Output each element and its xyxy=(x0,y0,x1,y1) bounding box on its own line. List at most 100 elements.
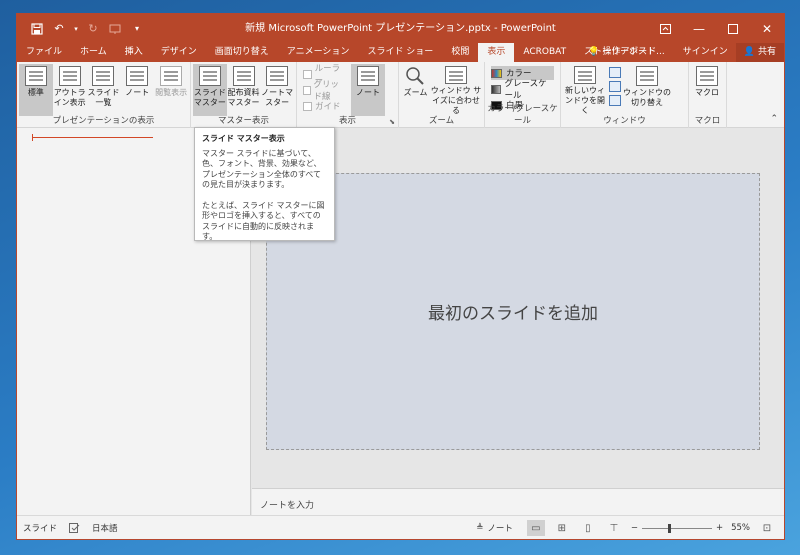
save-icon[interactable] xyxy=(29,21,45,37)
language-indicator[interactable]: 日本語 xyxy=(86,522,124,534)
tab-animations[interactable]: アニメーション xyxy=(278,43,359,62)
notes-master-button[interactable]: ノートマスター xyxy=(260,64,294,116)
tab-design[interactable]: デザイン xyxy=(152,43,206,62)
notes-pane[interactable]: ノートを入力 xyxy=(252,488,784,515)
share-label: 共有 xyxy=(757,47,776,57)
handout-master-label: 配布資料マスター xyxy=(227,88,260,107)
group-window: 新しいウィンドウを開く ウィンドウの切り替え ウィンドウ xyxy=(561,62,689,128)
macros-icon xyxy=(696,66,718,86)
new-window-button[interactable]: 新しいウィンドウを開く xyxy=(563,64,607,116)
tab-home[interactable]: ホーム xyxy=(71,43,116,62)
normal-view-status-icon[interactable]: ▭ xyxy=(526,520,545,536)
tab-insert[interactable]: 挿入 xyxy=(116,43,152,62)
spelling-check-icon[interactable] xyxy=(63,522,86,533)
lightbulb-icon: 💡 xyxy=(588,47,600,57)
person-icon: 👤 xyxy=(743,47,755,57)
switch-windows-label: ウィンドウの切り替え xyxy=(623,88,671,107)
notes-master-icon xyxy=(266,66,289,86)
share-button[interactable]: 👤 共有 xyxy=(735,43,784,62)
color-swatch-icon xyxy=(491,68,502,78)
group-label-zoom: ズーム xyxy=(428,116,455,126)
new-window-icon xyxy=(574,66,596,84)
maximize-icon[interactable] xyxy=(716,14,750,43)
zoom-out-icon[interactable]: − xyxy=(631,523,638,533)
macros-button[interactable]: マクロ xyxy=(691,64,723,116)
notes-toggle-icon xyxy=(357,66,379,86)
zoom-track[interactable] xyxy=(641,523,712,533)
switch-windows-button[interactable]: ウィンドウの切り替え xyxy=(623,64,671,116)
customize-qat-icon[interactable]: ▾ xyxy=(129,21,145,37)
gridlines-checkbox[interactable]: グリッド線 xyxy=(303,80,347,102)
switch-windows-icon xyxy=(636,66,658,86)
slide-sorter-button[interactable]: スライド一覧 xyxy=(87,64,121,116)
reading-view-label: 閲覧表示 xyxy=(155,88,188,97)
reading-view-status-icon[interactable]: ▯ xyxy=(579,520,597,536)
grayscale-button[interactable]: グレースケール xyxy=(491,79,554,101)
zoom-thumb[interactable] xyxy=(667,523,671,533)
slide-master-tooltip: スライド マスター表示 マスター スライドに基づいて、色、フォント、背景、効果な… xyxy=(194,127,335,241)
zoom-button[interactable]: ズーム xyxy=(401,64,430,116)
add-first-slide-area[interactable]: 最初のスライドを追加 xyxy=(266,173,760,450)
tab-acrobat[interactable]: ACROBAT xyxy=(514,43,575,62)
ribbon-tabs: ファイル ホーム 挿入 デザイン 画面切り替え アニメーション スライド ショー… xyxy=(17,43,784,62)
tooltip-title: スライド マスター表示 xyxy=(202,134,285,143)
reading-view-icon xyxy=(160,66,183,86)
notes-toggle-button[interactable]: ノート xyxy=(351,64,385,116)
cascade-icon[interactable] xyxy=(609,81,621,92)
slide-master-icon xyxy=(198,66,221,86)
new-window-label: 新しいウィンドウを開く xyxy=(565,86,605,115)
macros-label: マクロ xyxy=(695,88,719,97)
notes-status-label: ノート xyxy=(487,524,513,534)
slide-indicator: スライド xyxy=(23,523,58,534)
tab-review[interactable]: 校閲 xyxy=(442,43,478,62)
tab-file[interactable]: ファイル xyxy=(17,43,71,62)
notes-page-button[interactable]: ノート xyxy=(120,64,154,116)
dropdown-arrow-icon[interactable]: ▾ xyxy=(73,21,79,37)
insertion-marker xyxy=(32,134,153,141)
handout-master-button[interactable]: 配布資料マスター xyxy=(227,64,261,116)
slide-sorter-icon xyxy=(92,66,115,86)
gridlines-checkbox-box xyxy=(303,85,311,95)
outline-view-button[interactable]: アウトライン表示 xyxy=(53,64,87,116)
start-from-beginning-icon[interactable] xyxy=(107,21,123,37)
guides-checkbox-box xyxy=(303,101,312,111)
grayscale-swatch-icon xyxy=(491,84,501,94)
slide-master-button[interactable]: スライドマスター xyxy=(193,64,227,116)
tab-view[interactable]: 表示 xyxy=(478,43,515,62)
zoom-slider[interactable]: − + xyxy=(631,523,723,533)
group-show: ルーラー グリッド線 ガイド ノート 表示 ⬊ xyxy=(297,62,399,128)
zoom-label: ズーム xyxy=(403,88,428,97)
fit-to-window-button[interactable]: ウィンドウ サイズに合わせる xyxy=(430,64,482,116)
fit-slide-icon[interactable]: ⊡ xyxy=(758,520,776,536)
undo-icon[interactable]: ↶ xyxy=(51,21,67,37)
notes-status-icon: ≜ xyxy=(476,523,484,533)
slideshow-status-icon[interactable]: ⊤ xyxy=(605,520,623,536)
guides-checkbox[interactable]: ガイド xyxy=(303,99,347,113)
slide-master-label: スライドマスター xyxy=(193,88,226,107)
close-icon[interactable]: ✕ xyxy=(750,14,784,43)
dialog-launcher-icon[interactable]: ⬊ xyxy=(389,118,395,126)
normal-view-button[interactable]: 標準 xyxy=(19,64,53,116)
notes-master-label: ノートマスター xyxy=(261,88,294,107)
collapse-ribbon-icon[interactable]: ⌃ xyxy=(770,114,778,124)
reading-view-button[interactable]: 閲覧表示 xyxy=(154,64,188,116)
arrange-all-icon[interactable] xyxy=(609,67,621,78)
notes-toggle-label: ノート xyxy=(356,88,380,97)
tab-slideshow[interactable]: スライド ショー xyxy=(358,43,442,62)
zoom-in-icon[interactable]: + xyxy=(716,523,723,533)
signin-link[interactable]: サインイン xyxy=(675,43,736,62)
group-label-window: ウィンドウ xyxy=(603,116,646,126)
tell-me-box[interactable]: 💡 操作アシスト... xyxy=(578,43,674,62)
group-presentation-views: 標準 アウトライン表示 スライド一覧 ノート 閲覧表示 プレゼンテーションの表示 xyxy=(17,62,191,128)
group-zoom: ズーム ウィンドウ サイズに合わせる ズーム xyxy=(399,62,485,128)
move-split-icon[interactable] xyxy=(609,95,621,106)
add-first-slide-text: 最初のスライドを追加 xyxy=(428,304,598,324)
ribbon-display-options-icon[interactable] xyxy=(648,14,682,43)
notes-status-button[interactable]: ≜ ノート xyxy=(470,522,519,534)
powerpoint-window: ↶ ▾ ↻ ▾ 新規 Microsoft PowerPoint プレゼンテーショ… xyxy=(17,14,784,539)
tab-transitions[interactable]: 画面切り替え xyxy=(206,43,278,62)
slide-sorter-status-icon[interactable]: ⊞ xyxy=(553,520,571,536)
zoom-level[interactable]: 55% xyxy=(731,523,750,533)
minimize-icon[interactable]: — xyxy=(682,14,716,43)
redo-icon[interactable]: ↻ xyxy=(85,21,101,37)
